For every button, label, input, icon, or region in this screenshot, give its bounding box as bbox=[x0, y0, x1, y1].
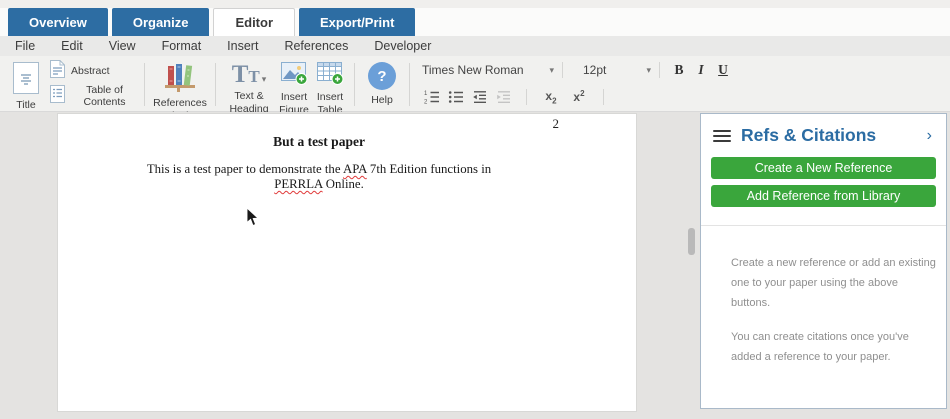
tab-organize-label: Organize bbox=[133, 15, 189, 30]
title-page-icon bbox=[13, 62, 39, 99]
panel-help-text: Create a new reference or add an existin… bbox=[701, 226, 946, 368]
panel-help-text-1: Create a new reference or add an existin… bbox=[731, 254, 940, 313]
menu-edit[interactable]: Edit bbox=[48, 39, 96, 53]
table-of-contents-button[interactable]: Table of Contents bbox=[50, 84, 138, 109]
hamburger-menu-icon[interactable] bbox=[713, 130, 731, 142]
font-size-value: 12pt bbox=[583, 63, 606, 77]
create-new-reference-button[interactable]: Create a New Reference bbox=[711, 157, 936, 179]
toolbar: Title Page Abstract Table of Contents bbox=[0, 56, 950, 112]
page-number: 2 bbox=[553, 116, 560, 132]
tab-export-print-label: Export/Print bbox=[320, 15, 394, 30]
insert-table-button[interactable]: Insert Table bbox=[312, 60, 348, 109]
panel-header: Refs & Citations › bbox=[701, 114, 946, 151]
subscript-button[interactable]: x2 bbox=[539, 89, 563, 105]
caret-down-icon: ▾ bbox=[549, 65, 554, 76]
increase-indent-icon[interactable] bbox=[494, 89, 514, 105]
page-content: But a test paper This is a test paper to… bbox=[134, 114, 504, 192]
panel-help-text-2: You can create citations once you've add… bbox=[731, 328, 940, 368]
font-controls: Times New Roman ▾ 12pt ▾ B I U 12 bbox=[416, 60, 734, 109]
menu-bar: File Edit View Format Insert References … bbox=[0, 36, 950, 56]
tab-overview[interactable]: Overview bbox=[8, 8, 108, 36]
menu-file[interactable]: File bbox=[2, 39, 48, 53]
document-paragraph: This is a test paper to demonstrate the … bbox=[134, 162, 504, 192]
text-style-icon: TT▾ bbox=[232, 62, 267, 90]
help-button[interactable]: ? Help bbox=[361, 60, 403, 109]
add-reference-from-library-button[interactable]: Add Reference from Library bbox=[711, 185, 936, 207]
tab-overview-label: Overview bbox=[29, 15, 87, 30]
document-page[interactable]: 2 But a test paper This is a test paper … bbox=[57, 113, 637, 412]
numbered-list-icon[interactable]: 12 bbox=[422, 89, 442, 105]
font-family-value: Times New Roman bbox=[422, 63, 524, 77]
toolbar-separator bbox=[144, 63, 145, 106]
spellcheck-word: PERRLA bbox=[274, 177, 322, 191]
perrla-editor-window: Overview Organize Editor Export/Print Fi… bbox=[0, 0, 950, 419]
italic-button[interactable]: I bbox=[690, 62, 712, 78]
insert-figure-button[interactable]: Insert Figure bbox=[276, 60, 312, 109]
document-scrollbar-thumb[interactable] bbox=[688, 228, 695, 255]
title-page-button[interactable]: Title Page bbox=[6, 60, 46, 109]
toolbar-separator bbox=[562, 62, 563, 78]
main-tab-bar: Overview Organize Editor Export/Print bbox=[0, 8, 950, 36]
insert-figure-icon bbox=[281, 62, 308, 91]
tab-export-print[interactable]: Export/Print bbox=[299, 8, 415, 36]
refs-citations-panel: Refs & Citations › Create a New Referenc… bbox=[700, 113, 947, 409]
font-size-dropdown[interactable]: 12pt ▾ bbox=[583, 63, 651, 77]
menu-references[interactable]: References bbox=[271, 39, 361, 53]
table-of-contents-icon bbox=[50, 85, 65, 108]
caret-down-icon: ▾ bbox=[262, 74, 267, 84]
text-heading-style-button[interactable]: TT▾ Text & Heading Style bbox=[222, 60, 276, 109]
collapse-panel-chevron-icon[interactable]: › bbox=[925, 128, 934, 144]
spellcheck-word: APA bbox=[343, 162, 367, 176]
font-family-dropdown[interactable]: Times New Roman ▾ bbox=[422, 63, 554, 77]
caret-down-icon: ▾ bbox=[646, 65, 651, 76]
toolbar-separator bbox=[526, 89, 527, 105]
bullet-list-icon[interactable] bbox=[446, 89, 466, 105]
panel-buttons: Create a New Reference Add Reference fro… bbox=[701, 151, 946, 207]
menu-format[interactable]: Format bbox=[149, 39, 215, 53]
abstract-icon bbox=[50, 60, 65, 83]
workspace: 2 But a test paper This is a test paper … bbox=[0, 112, 950, 419]
decrease-indent-icon[interactable] bbox=[470, 89, 490, 105]
help-icon: ? bbox=[368, 62, 396, 90]
document-heading: But a test paper bbox=[134, 114, 504, 150]
tab-organize[interactable]: Organize bbox=[112, 8, 210, 36]
abstract-label: Abstract bbox=[71, 65, 110, 78]
toolbar-separator bbox=[354, 63, 355, 106]
help-label: Help bbox=[371, 94, 393, 107]
toolbar-separator bbox=[603, 89, 604, 105]
superscript-button[interactable]: x2 bbox=[567, 89, 591, 104]
toolbar-separator bbox=[659, 62, 660, 78]
panel-title: Refs & Citations bbox=[741, 125, 925, 146]
tab-editor[interactable]: Editor bbox=[213, 8, 295, 36]
table-of-contents-label: Table of Contents bbox=[71, 84, 138, 109]
front-matter-group: Abstract Table of Contents bbox=[46, 60, 138, 109]
underline-button[interactable]: U bbox=[712, 62, 734, 78]
references-citations-button[interactable]: References & Citations bbox=[151, 60, 209, 109]
bookshelf-icon bbox=[163, 62, 197, 97]
svg-text:1: 1 bbox=[424, 91, 428, 97]
toolbar-separator bbox=[215, 63, 216, 106]
insert-table-icon bbox=[317, 62, 344, 91]
toolbar-separator bbox=[409, 63, 410, 106]
bold-button[interactable]: B bbox=[668, 62, 690, 78]
menu-view[interactable]: View bbox=[96, 39, 149, 53]
tab-editor-label: Editor bbox=[235, 15, 273, 30]
menu-developer[interactable]: Developer bbox=[361, 39, 444, 53]
menu-insert[interactable]: Insert bbox=[214, 39, 271, 53]
abstract-button[interactable]: Abstract bbox=[50, 60, 138, 83]
svg-text:2: 2 bbox=[424, 99, 428, 105]
